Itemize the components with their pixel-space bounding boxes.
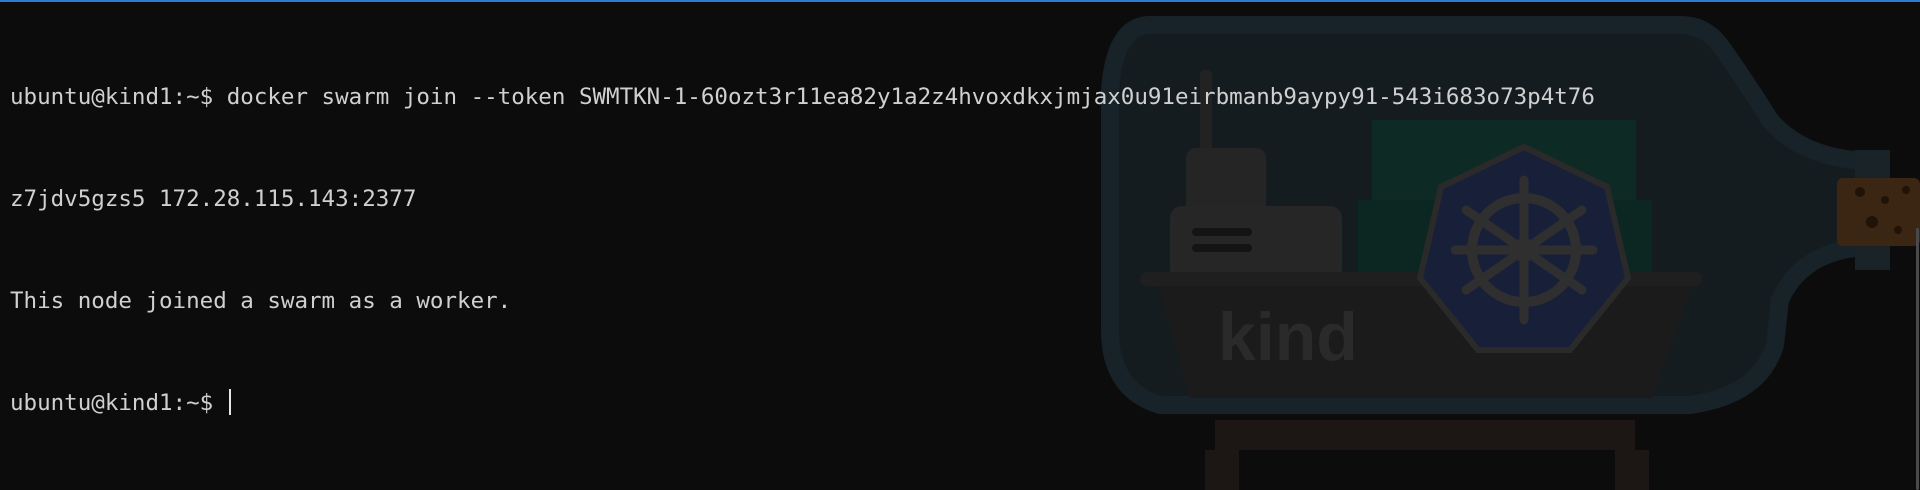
- terminal-output[interactable]: ubuntu@kind1:~$ docker swarm join --toke…: [10, 12, 1890, 488]
- vertical-scrollbar[interactable]: [1916, 228, 1919, 490]
- output-line-result: This node joined a swarm as a worker.: [10, 288, 512, 314]
- shell-prompt: ubuntu@kind1:~$: [10, 390, 227, 416]
- terminal-window[interactable]: kind ubuntu@kind1:~$ docker swarm join -…: [0, 0, 1920, 490]
- prompt-line[interactable]: ubuntu@kind1:~$: [10, 386, 1890, 420]
- text-cursor: [228, 389, 231, 415]
- output-line-command-continued: z7jdv5gzs5 172.28.115.143:2377: [10, 186, 417, 212]
- output-line-command: ubuntu@kind1:~$ docker swarm join --toke…: [10, 84, 1595, 110]
